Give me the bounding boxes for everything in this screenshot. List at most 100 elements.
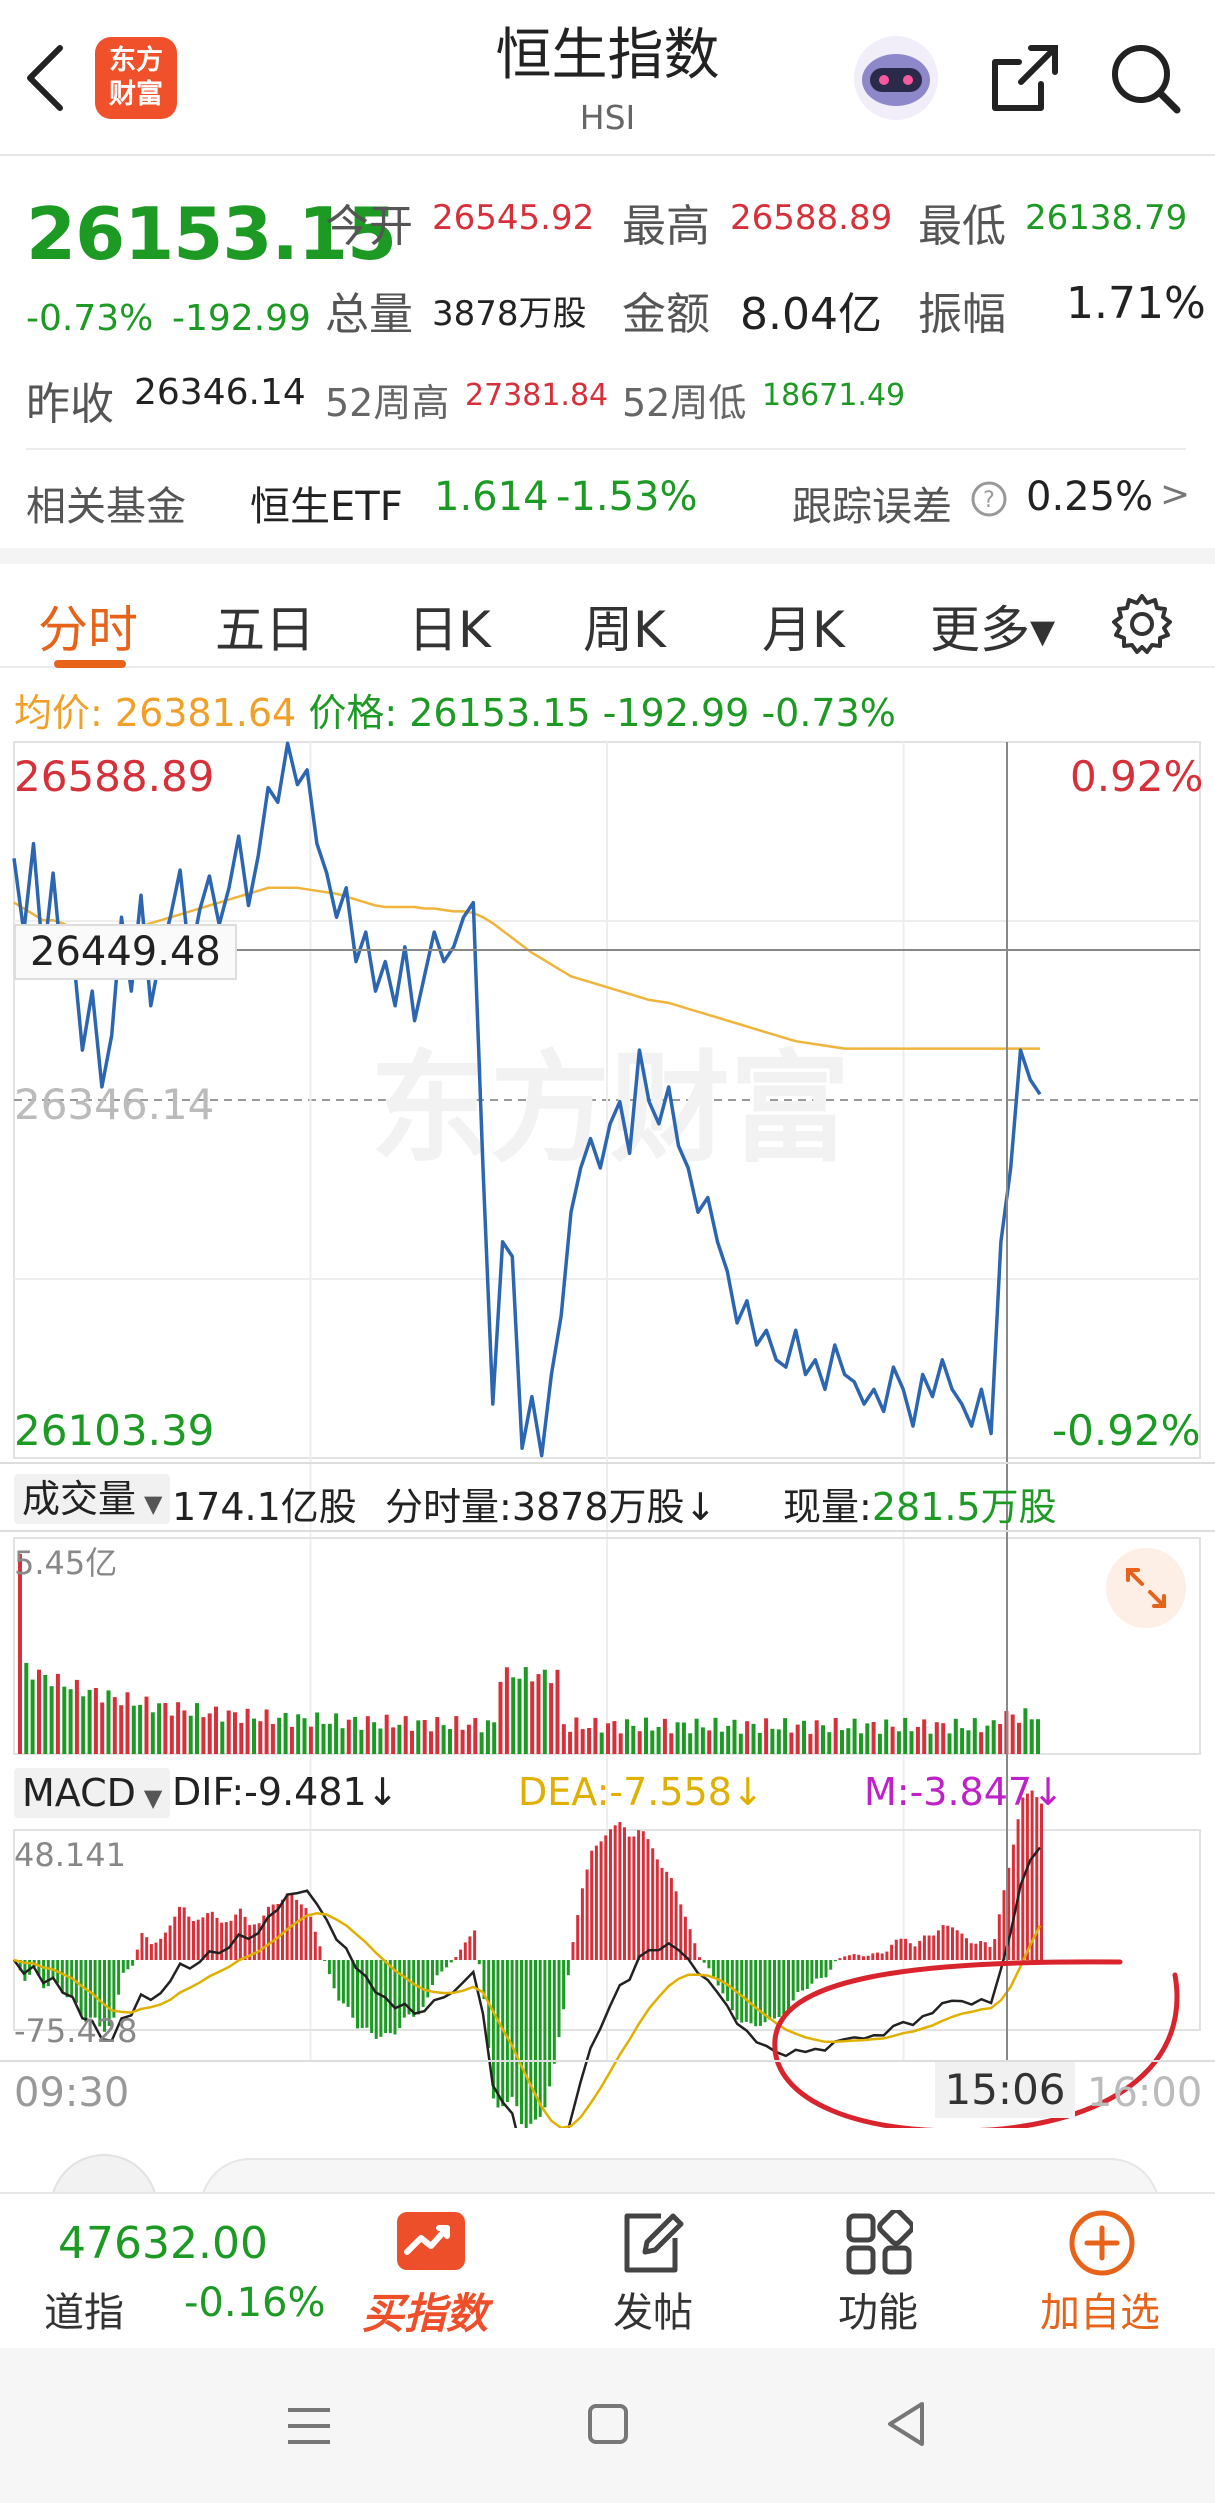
expand-icon[interactable]	[1106, 1548, 1186, 1628]
macd-bar	[993, 1939, 997, 1960]
macd-bar	[590, 1850, 594, 1960]
home-icon[interactable]	[586, 2402, 630, 2446]
macd-bar	[951, 1927, 954, 1960]
macd-bar	[454, 1957, 458, 1960]
macd-bar	[791, 1960, 795, 2001]
tab-five-day[interactable]: 五日	[215, 590, 315, 662]
macd-bar	[149, 1944, 153, 1960]
fund-name[interactable]: 恒生ETF	[250, 474, 403, 532]
comment-input[interactable]	[200, 2158, 1160, 2194]
back-icon[interactable]	[884, 2400, 928, 2448]
volume-bar	[669, 1733, 674, 1754]
post-edit-icon[interactable]	[617, 2208, 691, 2278]
buy-index-icon[interactable]	[391, 2208, 471, 2274]
tab-more[interactable]: 更多▾	[930, 590, 1055, 662]
index-ticker-pct[interactable]: -0.16%	[184, 2280, 326, 2326]
macd-bar	[1040, 1803, 1043, 1960]
volume-bar	[561, 1724, 566, 1754]
gear-icon[interactable]	[1110, 592, 1174, 656]
index-ticker-name[interactable]: 道指	[44, 2280, 124, 2338]
macd-bar	[468, 1936, 472, 1960]
macd-bar	[669, 1878, 673, 1960]
volume-bar	[637, 1731, 642, 1754]
menu-icon[interactable]	[284, 2404, 334, 2448]
volume-bar	[555, 1669, 560, 1754]
add-watchlist-label[interactable]: 加自选	[1040, 2280, 1160, 2338]
volume-bar	[340, 1728, 345, 1754]
post-label[interactable]: 发帖	[613, 2280, 693, 2338]
macd-bar	[838, 1958, 842, 1960]
volume-bar	[530, 1681, 535, 1754]
volume-bar	[840, 1730, 844, 1754]
add-watchlist-icon[interactable]	[1067, 2208, 1137, 2278]
macd-bar	[627, 1836, 631, 1960]
macd-bar	[698, 1957, 701, 1960]
macd-bar	[979, 1941, 983, 1960]
macd-bar	[960, 1933, 964, 1960]
functions-label[interactable]: 功能	[838, 2280, 918, 2338]
volume-bar	[302, 1718, 307, 1754]
volume-bar	[289, 1726, 294, 1754]
tab-weekly-k[interactable]: 周K	[583, 590, 666, 662]
amount-label: 金额	[622, 289, 710, 340]
macd-bar	[599, 1841, 603, 1960]
search-icon[interactable]	[1105, 38, 1185, 118]
functions-grid-icon[interactable]	[845, 2210, 913, 2276]
volume-bar	[188, 1715, 193, 1754]
volume-max-label: 5.45亿	[14, 1544, 118, 1582]
comment-avatar[interactable]	[50, 2154, 158, 2194]
volume-bar	[144, 1696, 149, 1754]
help-icon[interactable]: ?	[970, 480, 1008, 518]
volume-bar	[713, 1717, 718, 1754]
macd-bar	[112, 1960, 116, 2018]
macd-indicator-dropdown[interactable]: MACD ▼	[14, 1768, 171, 1818]
prev-close-label: 昨收	[26, 379, 114, 430]
volume-bar	[87, 1689, 92, 1754]
volume-bar	[195, 1703, 199, 1754]
volume-bar	[24, 1662, 29, 1754]
tab-monthly-k[interactable]: 月K	[762, 590, 845, 662]
volume-bar	[359, 1729, 364, 1754]
volume-bar	[479, 1732, 484, 1754]
current-volume-value: 281.5万股	[871, 1485, 1057, 1529]
volume-bar	[68, 1689, 73, 1754]
bottom-action-bar: 47632.00 道指 -0.16% 买指数 发帖 功能 加自选	[0, 2192, 1215, 2348]
macd-bar	[726, 1960, 730, 2002]
volume-indicator-dropdown[interactable]: 成交量 ▼	[14, 1474, 171, 1524]
macd-bar	[201, 1917, 205, 1960]
volume-bar	[112, 1697, 117, 1754]
comment-strip	[0, 2128, 1215, 2194]
macd-bar	[941, 1925, 945, 1960]
macd-bar	[299, 1904, 303, 1960]
prev-close-value: 26346.14	[134, 372, 306, 413]
volume-bar	[245, 1708, 250, 1754]
volume-bar	[74, 1679, 79, 1754]
macd-bar	[885, 1951, 889, 1960]
volume-bar	[498, 1681, 503, 1754]
volume-bar	[334, 1713, 339, 1754]
macd-bar	[557, 1960, 561, 2038]
w52-high-label: 52周高	[325, 381, 450, 425]
tab-intraday[interactable]: 分时	[38, 590, 138, 662]
macd-bar	[880, 1953, 884, 1960]
volume-bar	[808, 1733, 813, 1754]
caret-down-icon: ▼	[144, 1490, 163, 1518]
tab-daily-k[interactable]: 日K	[408, 590, 491, 662]
macd-bar	[974, 1943, 978, 1960]
buy-index-label[interactable]: 买指数	[362, 2280, 488, 2341]
low-value: 26138.79	[1025, 198, 1188, 238]
index-ticker-value[interactable]: 47632.00	[58, 2218, 268, 2269]
macd-bar	[131, 1960, 135, 1966]
volume-bar	[397, 1724, 402, 1754]
robot-avatar-icon[interactable]	[850, 34, 942, 122]
avg-price-value: 26381.64	[114, 691, 297, 735]
macd-bar	[936, 1930, 940, 1960]
macd-bar	[683, 1916, 687, 1960]
share-icon[interactable]	[985, 38, 1065, 118]
macd-bar	[871, 1953, 875, 1960]
macd-bar	[824, 1960, 828, 1978]
macd-m: M:-3.847↓	[864, 1770, 1064, 1814]
volume-bar	[163, 1703, 168, 1754]
chevron-right-icon[interactable]: >	[1160, 474, 1190, 515]
macd-bar	[365, 1960, 369, 2028]
